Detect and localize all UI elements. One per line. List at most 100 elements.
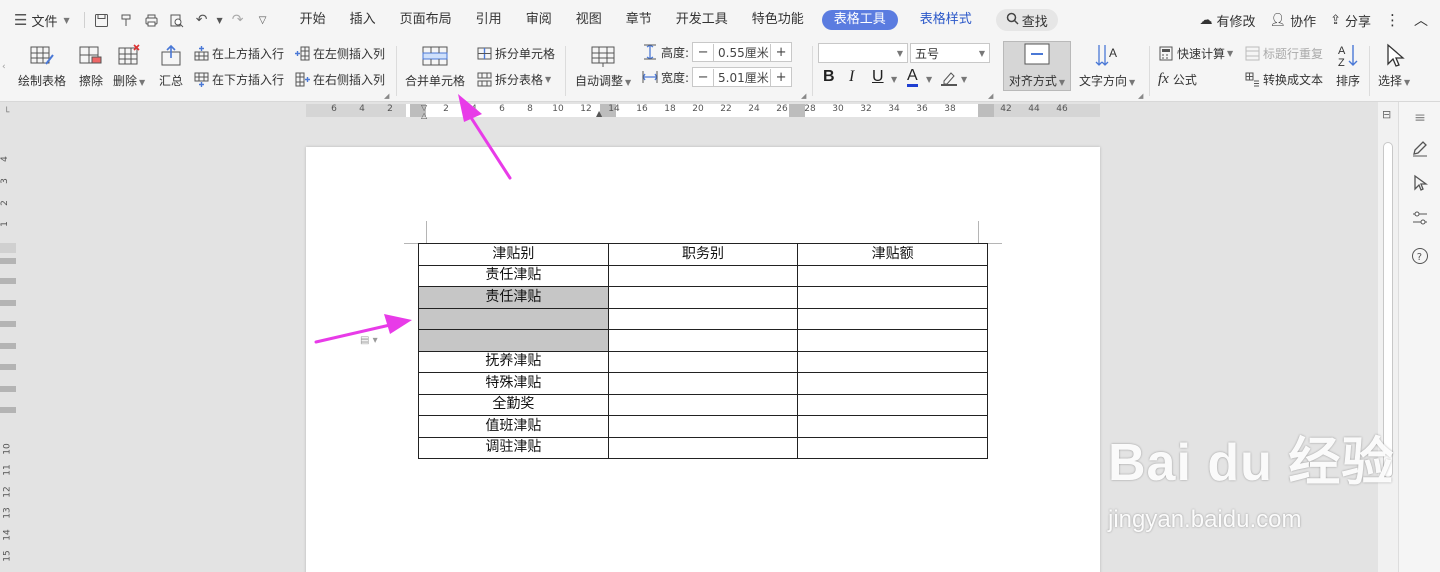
alignment-button[interactable]: 对齐方式 ▼: [1003, 41, 1071, 91]
insert-row-below-button[interactable]: 在下方插入行: [193, 71, 284, 88]
split-table-button[interactable]: 拆分表格 ▼: [476, 71, 551, 88]
font-name-select[interactable]: ▼: [818, 43, 908, 63]
split-view-icon[interactable]: ⊟: [1382, 108, 1391, 121]
search-button[interactable]: 查找: [995, 9, 1058, 31]
collaborate-button[interactable]: 👤︎ 协作: [1270, 11, 1317, 30]
indent-marker-icon[interactable]: ▲: [596, 109, 602, 118]
tab-table-tools[interactable]: 表格工具: [821, 10, 898, 30]
changes-button[interactable]: ☁ 有修改: [1200, 11, 1256, 30]
table-cell[interactable]: 值班津贴: [418, 415, 609, 438]
italic-button[interactable]: I: [849, 68, 854, 86]
table-cell[interactable]: 特殊津贴: [418, 372, 609, 395]
table-cell[interactable]: [797, 415, 988, 438]
sidebar-menu-icon[interactable]: ≡: [1410, 108, 1430, 128]
tab-special-features[interactable]: 特色功能: [740, 0, 816, 40]
horizontal-ruler[interactable]: 6 4 2 2 4 6 8 10 12 14 16 18 20 22 24 26…: [0, 102, 1378, 120]
tab-view[interactable]: 视图: [564, 0, 614, 40]
merge-cells-button[interactable]: 合并单元格: [405, 42, 465, 89]
undo-dropdown-icon[interactable]: ▼: [216, 9, 224, 31]
collapse-ribbon-icon[interactable]: ︿: [1414, 10, 1428, 30]
text-direction-button[interactable]: A 文字方向 ▼: [1079, 42, 1135, 89]
customize-toolbar-icon[interactable]: ▽: [252, 9, 274, 31]
underline-dropdown-icon[interactable]: ▼: [891, 75, 897, 84]
help-icon[interactable]: ?: [1410, 246, 1430, 266]
increase-height-button[interactable]: +: [771, 45, 791, 60]
pen-icon[interactable]: [1410, 138, 1430, 158]
table-cell[interactable]: [797, 436, 988, 459]
table-cell[interactable]: 调驻津贴: [418, 436, 609, 459]
highlight-dropdown-icon[interactable]: ▼: [961, 75, 967, 84]
row-height-value[interactable]: 0.55厘米: [713, 43, 772, 61]
insert-row-above-button[interactable]: 在上方插入行: [193, 45, 284, 62]
table-cell[interactable]: [607, 415, 799, 438]
erase-button[interactable]: 擦除: [77, 42, 105, 89]
settings-sliders-icon[interactable]: [1410, 208, 1430, 228]
table-cell[interactable]: [607, 350, 799, 373]
tab-stop-icon[interactable]: └: [4, 108, 9, 118]
paragraph-group-launcher-icon[interactable]: ◢: [1138, 92, 1143, 100]
table-cell[interactable]: [607, 329, 799, 352]
format-painter-icon[interactable]: [116, 9, 138, 31]
pointer-icon[interactable]: [1410, 173, 1430, 193]
tab-insert[interactable]: 插入: [338, 0, 388, 40]
formula-button[interactable]: fx 公式: [1158, 71, 1197, 88]
table-cell[interactable]: [607, 393, 799, 416]
table-cell[interactable]: [797, 372, 988, 395]
tab-section[interactable]: 章节: [614, 0, 664, 40]
highlight-icon[interactable]: [940, 70, 958, 89]
table-cell[interactable]: [797, 329, 988, 352]
font-size-select[interactable]: 五号 ▼: [910, 43, 990, 63]
ribbon-scroll-left-icon[interactable]: ‹: [2, 62, 6, 72]
undo-icon[interactable]: ↶: [191, 9, 213, 31]
redo-icon[interactable]: ↷: [227, 9, 249, 31]
table-cell[interactable]: [797, 393, 988, 416]
share-button[interactable]: ⇪ 分享: [1330, 11, 1371, 30]
tab-review[interactable]: 审阅: [514, 0, 564, 40]
table-cell[interactable]: 责任津贴: [418, 264, 609, 287]
repeat-header-button[interactable]: 标题行重复: [1244, 45, 1323, 62]
table-header-cell[interactable]: 职务别: [607, 243, 799, 266]
table-paste-options-icon[interactable]: ▤ ▾: [360, 335, 378, 346]
table-cell[interactable]: [607, 264, 799, 287]
select-button[interactable]: 选择 ▼: [1378, 42, 1410, 89]
table-cell[interactable]: [418, 307, 609, 330]
table-cell[interactable]: 抚养津贴: [418, 350, 609, 373]
convert-to-text-button[interactable]: 转换成文本: [1244, 71, 1323, 88]
font-color-dropdown-icon[interactable]: ▼: [926, 75, 932, 84]
print-preview-icon[interactable]: [166, 9, 188, 31]
insert-col-left-button[interactable]: 在左侧插入列: [294, 45, 385, 62]
quick-calc-button[interactable]: 快速计算 ▼: [1158, 45, 1233, 62]
font-color-button[interactable]: A: [907, 68, 918, 87]
tab-table-style[interactable]: 表格样式: [908, 0, 984, 40]
auto-fit-button[interactable]: 自动调整 ▼: [575, 42, 631, 89]
split-cells-button[interactable]: 拆分单元格: [476, 45, 555, 62]
save-icon[interactable]: [91, 9, 113, 31]
table-header-cell[interactable]: 津贴额: [797, 243, 988, 266]
cell-size-group-launcher-icon[interactable]: ◢: [801, 92, 806, 100]
tab-developer[interactable]: 开发工具: [664, 0, 740, 40]
decrease-height-button[interactable]: −: [693, 45, 713, 60]
table-cell[interactable]: [797, 307, 988, 330]
table-header-cell[interactable]: 津贴别: [418, 243, 609, 266]
draw-table-button[interactable]: 绘制表格: [18, 42, 66, 89]
decrease-width-button[interactable]: −: [693, 70, 713, 85]
sort-button[interactable]: AZ 排序: [1334, 42, 1362, 89]
delete-button[interactable]: 删除 ▼: [113, 42, 145, 89]
table-cell[interactable]: [797, 350, 988, 373]
increase-width-button[interactable]: +: [771, 70, 791, 85]
ruler-column-marker[interactable]: [978, 104, 994, 117]
table-cell[interactable]: 全勤奖: [418, 393, 609, 416]
tab-page-layout[interactable]: 页面布局: [388, 0, 464, 40]
row-height-stepper[interactable]: − 0.55厘米 +: [692, 42, 793, 62]
table-cell[interactable]: [607, 372, 799, 395]
document-page[interactable]: 津贴别 职务别 津贴额 责任津贴 责任津贴 抚养津贴 特殊津贴 全勤奖 值班津贴 调驻津贴: [306, 147, 1100, 572]
table-cell[interactable]: [607, 286, 799, 309]
rows-cols-group-launcher-icon[interactable]: ◢: [384, 92, 389, 100]
summary-button[interactable]: 汇总: [157, 42, 185, 89]
allowance-table[interactable]: 津贴别 职务别 津贴额 责任津贴 责任津贴 抚养津贴 特殊津贴 全勤奖 值班津贴 调驻津贴: [418, 243, 988, 459]
col-width-value[interactable]: 5.01厘米: [713, 68, 772, 86]
table-cell[interactable]: [797, 286, 988, 309]
col-width-stepper[interactable]: − 5.01厘米 +: [692, 67, 793, 87]
font-group-launcher-icon[interactable]: ◢: [988, 92, 993, 100]
table-cell[interactable]: [607, 436, 799, 459]
